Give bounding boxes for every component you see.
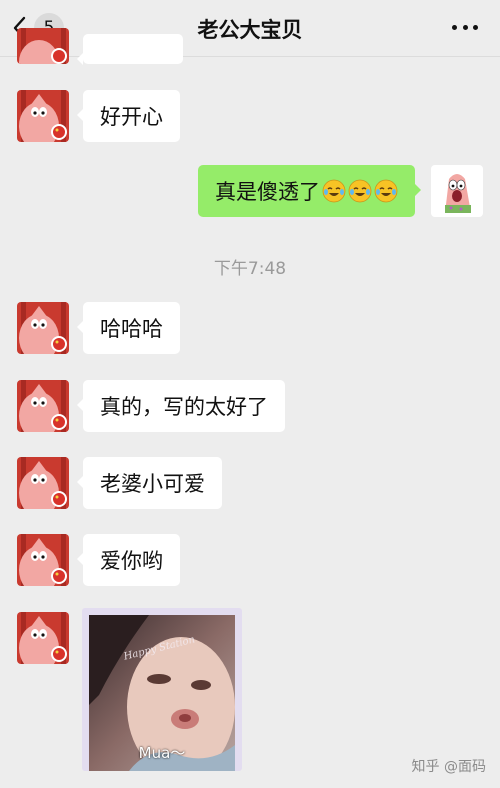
image-message[interactable]: Happy Station Mua～: [82, 608, 242, 771]
message-timestamp: 下午7:48: [213, 259, 287, 279]
message-bubble[interactable]: 好开心: [77, 90, 180, 142]
message-text: 真是傻透了: [215, 180, 320, 204]
contact-avatar[interactable]: [17, 90, 69, 142]
watermark: 知乎 @面码: [411, 759, 486, 775]
more-dot-icon: [452, 24, 457, 30]
contact-avatar[interactable]: [17, 457, 69, 509]
more-dot-icon: [462, 24, 468, 30]
photo-caption: Mua～: [138, 744, 186, 762]
user-avatar[interactable]: [431, 165, 483, 217]
contact-avatar[interactable]: [17, 302, 69, 354]
contact-avatar[interactable]: [17, 380, 69, 432]
contact-avatar[interactable]: [17, 612, 69, 664]
message-bubble[interactable]: 老婆小可爱: [77, 457, 222, 509]
more-options-button[interactable]: [452, 17, 478, 37]
photo-content: Happy Station Mua～: [89, 615, 235, 771]
message-bubble-partial[interactable]: [77, 34, 183, 65]
message-bubble[interactable]: 哈哈哈: [77, 302, 180, 354]
laughing-crying-emoji-icon: [322, 179, 346, 203]
message-bubble-sent[interactable]: 真是傻透了: [198, 165, 421, 217]
laughing-crying-emoji-icon: [374, 179, 398, 203]
more-dot-icon: [473, 24, 478, 30]
chat-title: 老公大宝贝: [197, 18, 303, 42]
message-bubble[interactable]: 爱你哟: [77, 534, 180, 586]
contact-avatar[interactable]: [17, 534, 69, 586]
message-bubble[interactable]: 真的，写的太好了: [77, 380, 285, 432]
laughing-crying-emoji-icon: [348, 179, 372, 203]
chat-header: 5 老公大宝贝: [0, 0, 500, 57]
contact-avatar[interactable]: [17, 28, 69, 64]
